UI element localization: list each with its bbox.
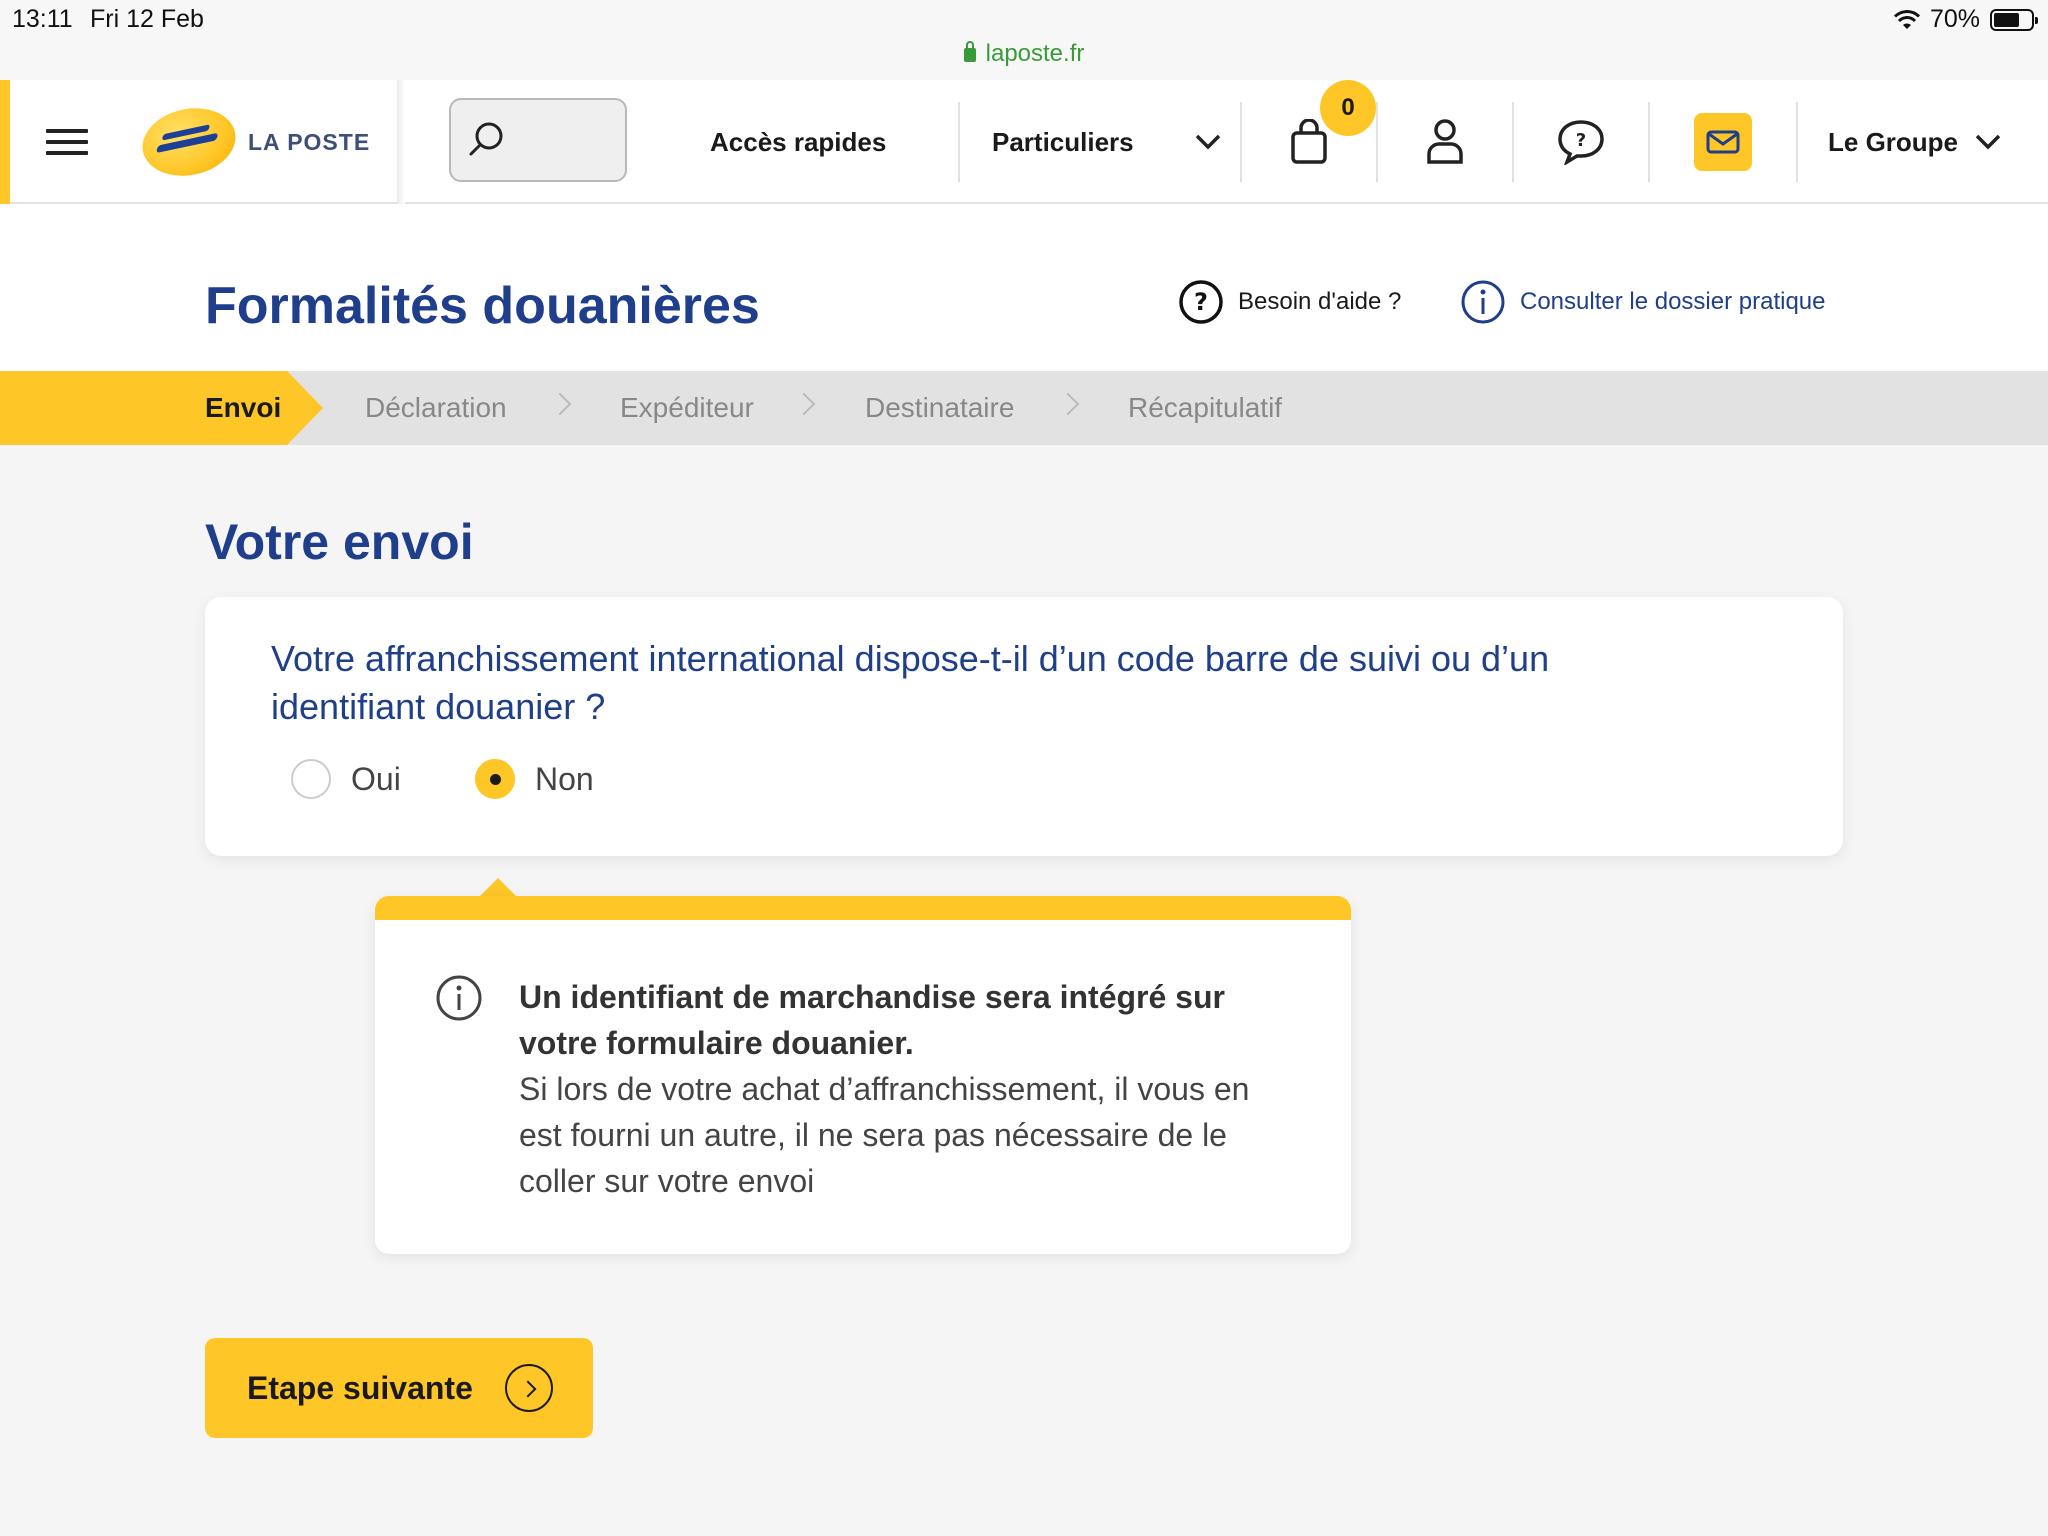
practical-guide-link[interactable]: Consulter le dossier pratique: [1460, 279, 1826, 325]
chevron-right-icon: [792, 392, 816, 416]
info-message-box: Un identifiant de marchandise sera intég…: [375, 896, 1351, 1254]
audience-dropdown-label[interactable]: Particuliers: [992, 80, 1134, 204]
radio-oui-control[interactable]: [291, 759, 331, 799]
step-destinataire[interactable]: Destinataire: [865, 371, 1014, 445]
practical-guide-label: Consulter le dossier pratique: [1520, 288, 1826, 315]
status-right: 70%: [1893, 5, 2038, 34]
la-poste-logo[interactable]: LA POSTE: [136, 99, 397, 185]
group-dropdown-chevron[interactable]: [1966, 80, 2010, 204]
info-box-accent-bar: [375, 896, 1351, 920]
radio-oui-label: Oui: [351, 760, 401, 797]
nav-accent-bar: [0, 80, 10, 204]
question-text: Votre affranchissement international dis…: [271, 638, 1550, 727]
section-title: Votre envoi: [205, 514, 474, 570]
info-box-pointer: [478, 878, 518, 898]
status-date: Fri 12 Feb: [90, 5, 204, 33]
radio-non-control[interactable]: [475, 759, 515, 799]
page-title: Formalités douanières: [205, 277, 760, 335]
radio-oui[interactable]: Oui: [291, 759, 401, 799]
logo-text: LA POSTE: [248, 128, 371, 155]
progress-stepper: Envoi Déclaration Expéditeur Destinatair…: [0, 371, 2048, 445]
account-button[interactable]: [1378, 80, 1512, 204]
menu-icon[interactable]: [46, 129, 88, 155]
search-input[interactable]: [449, 98, 627, 182]
question-card: Votre affranchissement international dis…: [205, 597, 1843, 856]
status-bar: 13:11 Fri 12 Feb laposte.fr 70%: [0, 0, 2048, 80]
cart-count-badge: 0: [1320, 80, 1376, 136]
lock-icon: [963, 41, 976, 62]
page-header: Formalités douanières ? Besoin d'aide ? …: [0, 204, 2048, 371]
info-circle-icon: [1461, 280, 1505, 324]
radio-non[interactable]: Non: [475, 759, 594, 799]
next-step-label: Etape suivante: [247, 1369, 473, 1406]
info-message-body: Si lors de votre achat d’affranchissemen…: [519, 1071, 1250, 1199]
search-icon: [469, 122, 503, 156]
top-navbar: LA POSTE Accès rapides Particuliers ? Le…: [0, 80, 2048, 204]
audience-dropdown-chevron[interactable]: [1186, 80, 1230, 204]
chevron-down-icon: [1975, 134, 2001, 150]
next-step-button[interactable]: Etape suivante: [205, 1338, 593, 1438]
url-bar[interactable]: laposte.fr: [0, 40, 2048, 68]
status-time: 13:11: [12, 5, 73, 33]
battery-icon: [1990, 8, 2038, 31]
help-link-label: Besoin d'aide ?: [1238, 288, 1402, 315]
chat-help-button[interactable]: ?: [1514, 80, 1648, 204]
chat-question-icon: ?: [1558, 120, 1604, 165]
mail-icon: [1706, 130, 1740, 154]
info-icon: [436, 975, 482, 1021]
battery-percent: 70%: [1929, 5, 1980, 33]
svg-text:?: ?: [1194, 288, 1208, 316]
step-recapitulatif[interactable]: Récapitulatif: [1128, 371, 1282, 445]
step-declaration[interactable]: Déclaration: [365, 371, 507, 445]
wifi-icon: [1893, 9, 1920, 29]
radio-non-label: Non: [535, 760, 594, 797]
logo-emblem-icon: [136, 99, 242, 185]
step-expediteur[interactable]: Expéditeur: [620, 371, 754, 445]
quick-access-link[interactable]: Accès rapides: [710, 80, 886, 204]
group-dropdown-label[interactable]: Le Groupe: [1828, 80, 1958, 204]
info-message-title: Un identifiant de marchandise sera intég…: [519, 979, 1225, 1061]
svg-text:?: ?: [1576, 130, 1586, 151]
question-circle-icon: ?: [1179, 280, 1223, 324]
mail-button[interactable]: [1650, 80, 1796, 204]
chevron-right-icon: [548, 392, 572, 416]
chevron-down-icon: [1195, 134, 1221, 150]
chevron-right-icon: [1056, 392, 1080, 416]
step-envoi[interactable]: Envoi: [205, 371, 281, 445]
url-text: laposte.fr: [985, 40, 1085, 67]
arrow-right-circle-icon: [505, 1364, 553, 1412]
user-icon: [1427, 119, 1463, 164]
shopping-bag-icon: [1291, 119, 1327, 164]
help-link[interactable]: ? Besoin d'aide ?: [1178, 279, 1401, 325]
info-message: Un identifiant de marchandise sera intég…: [519, 974, 1299, 1204]
